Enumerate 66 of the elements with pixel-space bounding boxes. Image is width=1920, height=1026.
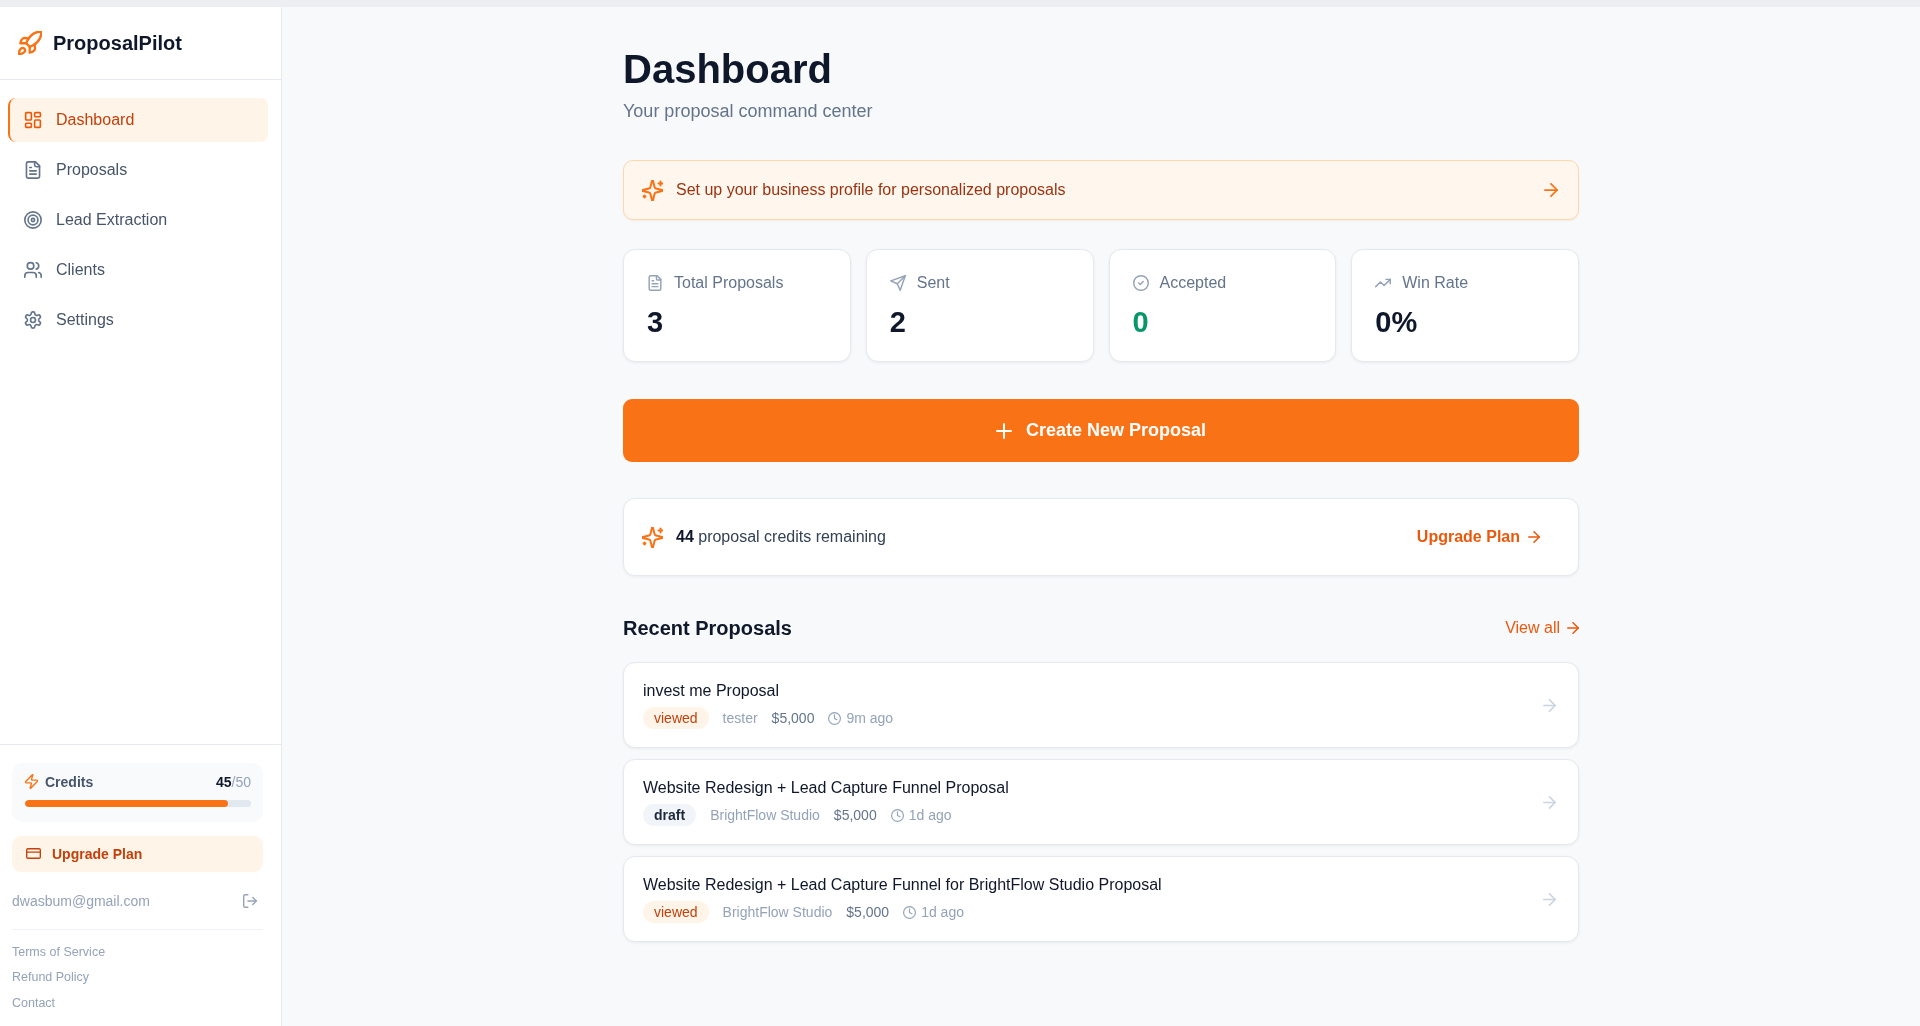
status-badge: viewed bbox=[643, 901, 709, 923]
paper-plane-icon bbox=[889, 275, 906, 291]
proposal-amount: $5,000 bbox=[833, 807, 877, 823]
nav-item[interactable]: Lead Extraction bbox=[8, 198, 268, 242]
profile-setup-banner[interactable]: Set up your business profile for personalized proposals bbox=[623, 160, 1579, 220]
settings-icon bbox=[24, 311, 42, 329]
stat-label: Win Rate bbox=[1402, 274, 1469, 292]
grid-icon bbox=[24, 111, 42, 129]
page-title: Dashboard bbox=[623, 46, 833, 93]
time-ago: 1d ago bbox=[908, 807, 952, 823]
users-icon bbox=[24, 261, 42, 279]
rocket-icon bbox=[18, 31, 42, 55]
proposal-row[interactable]: Website Redesign + Lead Capture Funnel Proposal draft BrightFlow Studio $5,000 1d ago bbox=[623, 759, 1579, 845]
client-name: BrightFlow Studio bbox=[710, 807, 820, 823]
lightning-icon bbox=[25, 774, 38, 789]
clock-icon bbox=[828, 711, 842, 725]
arrow-right-icon bbox=[1543, 892, 1556, 906]
section-title: Recent Proposals bbox=[623, 616, 792, 640]
stat-value: 0 bbox=[1132, 305, 1150, 339]
page-subtitle: Your proposal command center bbox=[623, 100, 874, 123]
stat-label: Sent bbox=[916, 274, 950, 292]
document-icon bbox=[647, 275, 663, 291]
credit-card-icon bbox=[26, 848, 41, 859]
arrow-right-icon bbox=[1543, 795, 1556, 809]
proposal-title: Website Redesign + Lead Capture Funnel Proposal bbox=[643, 778, 1010, 798]
nav-item[interactable]: Clients bbox=[8, 248, 268, 292]
credits-count: 45/50 bbox=[215, 773, 251, 790]
proposal-row[interactable]: Website Redesign + Lead Capture Funnel for BrightFlow Studio Proposal viewed BrightFlow Studio $5,000 1d ago bbox=[623, 856, 1579, 942]
user-email: dwasbum@gmail.com bbox=[12, 892, 150, 909]
arrow-right-icon bbox=[1567, 622, 1579, 634]
nav-item[interactable]: Proposals bbox=[8, 148, 268, 192]
proposal-row[interactable]: invest me Proposal viewed tester $5,000 9m ago bbox=[623, 662, 1579, 748]
plus-icon bbox=[995, 422, 1012, 439]
upgrade-plan-button[interactable]: Upgrade Plan bbox=[12, 835, 263, 872]
proposal-title: invest me Proposal bbox=[643, 681, 781, 701]
client-name: tester bbox=[722, 710, 758, 726]
clock-icon bbox=[903, 905, 917, 919]
status-badge: draft bbox=[643, 804, 697, 826]
arrow-right-icon bbox=[1544, 183, 1558, 197]
target-icon bbox=[24, 211, 42, 229]
stat-label: Total Proposals bbox=[674, 274, 784, 292]
status-badge: viewed bbox=[643, 707, 709, 729]
proposal-amount: $5,000 bbox=[771, 710, 815, 726]
credits-remaining-text: 44 proposal credits remaining bbox=[676, 528, 887, 546]
upgrade-plan-link[interactable]: Upgrade Plan bbox=[1416, 528, 1540, 546]
check-circle-icon bbox=[1132, 275, 1149, 291]
sparkles-icon bbox=[642, 526, 663, 548]
stat-label: Accepted bbox=[1159, 274, 1227, 292]
proposal-title: Website Redesign + Lead Capture Funnel for BrightFlow Studio Proposal bbox=[643, 875, 1163, 895]
time-ago: 1d ago bbox=[921, 904, 964, 920]
sparkles-icon bbox=[642, 179, 663, 201]
time-ago: 9m ago bbox=[846, 710, 894, 726]
client-name: BrightFlow Studio bbox=[722, 904, 833, 920]
nav-item[interactable]: Settings bbox=[8, 298, 268, 342]
arrow-right-icon bbox=[1543, 698, 1556, 712]
document-icon bbox=[24, 161, 42, 179]
logout-icon[interactable] bbox=[243, 893, 257, 908]
nav-item[interactable]: Dashboard bbox=[8, 98, 268, 142]
stat-value: 3 bbox=[647, 305, 665, 339]
stat-value: 0% bbox=[1375, 305, 1419, 339]
stat-value: 2 bbox=[889, 305, 907, 339]
brand-name: ProposalPilot bbox=[53, 31, 182, 55]
arrow-right-icon bbox=[1528, 531, 1540, 543]
credits-label: Credits bbox=[45, 773, 94, 790]
proposal-amount: $5,000 bbox=[846, 904, 890, 920]
clock-icon bbox=[890, 808, 904, 822]
